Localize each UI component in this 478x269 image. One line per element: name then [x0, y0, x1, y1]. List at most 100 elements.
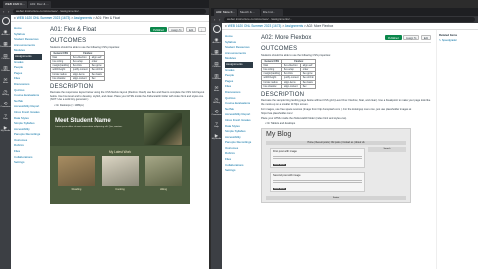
table-cell: align-content	[70, 75, 91, 81]
blog-title: My Blog	[266, 131, 292, 139]
outcomes-intro: Students should be able to use the follo…	[261, 53, 331, 57]
global-nav-my-media[interactable]: ▶ My Media	[0, 123, 11, 135]
table-cell: flex	[89, 75, 106, 81]
table-row: box-shadow align-content flex	[260, 83, 317, 89]
breadcrumb-assignments[interactable]: Assignments	[74, 16, 92, 20]
assign-to-button[interactable]: Assign To	[403, 35, 420, 40]
course-nav: Home Syllabus Student Resources Announce…	[222, 30, 256, 269]
global-nav-help[interactable]: ? Help	[0, 111, 11, 123]
bullet-item: • On Tablets and desktops	[265, 122, 296, 126]
tab-bar: WEB 1620 C... A01: Flex & ...	[0, 0, 209, 8]
url-field[interactable]: weber.instructure.com/courses/.../assign…	[224, 17, 475, 22]
browser-tab[interactable]: WEB 1620 C...	[3, 1, 27, 8]
edit-button[interactable]: Edit	[185, 27, 197, 32]
address-bar-row: ‹ › weber.instructure.com/courses/.../as…	[0, 8, 209, 15]
edit-button[interactable]: Edit	[420, 35, 431, 40]
browser-tab[interactable]: Sketch & ...	[237, 9, 260, 16]
preview-student-name: Meet Student Name	[55, 118, 111, 125]
global-nav-commons[interactable]: ⟲ Commons	[211, 107, 222, 119]
global-nav-commons[interactable]: ⟲ Commons	[0, 99, 11, 111]
blog-post-title: Second post with image	[273, 174, 301, 178]
preview-tile: Hiking	[145, 156, 182, 191]
global-nav-history[interactable]: ◷ History	[0, 87, 11, 99]
outcomes-heading: OUTCOMES	[50, 38, 87, 44]
global-nav-account[interactable]: ◉ Account	[0, 27, 11, 39]
title-row: A01: Flex & Float Published Assign To Ed…	[50, 25, 206, 35]
page-title: A02: More Flexbox	[261, 34, 312, 41]
browser-tab[interactable]: A02: More F...	[214, 9, 237, 16]
breadcrumb-assignments[interactable]: Assignments	[285, 24, 303, 28]
global-nav-calendar[interactable]: ▥ Calendar	[0, 63, 11, 75]
preview-tile-label: Reading	[71, 188, 82, 192]
breadcrumb-course[interactable]: WEB 1620 ONL Summer 2023 (1673)	[17, 16, 71, 20]
text-line	[273, 179, 362, 181]
blog-nav: Home | Recent posts | Old posts | Contac…	[266, 141, 406, 146]
text-line	[273, 158, 362, 160]
read-more-button: Read more	[273, 163, 286, 166]
related-items-title: Related Items	[439, 33, 458, 37]
table-row: width/height justify-content flex-shrink	[49, 67, 106, 73]
assign-to-button[interactable]: Assign To	[168, 27, 185, 32]
table-row: width/height justify-content flex-shrink	[260, 75, 317, 81]
table-row: box-shadow align-content flex	[49, 75, 106, 81]
table-cell: flex	[300, 83, 317, 89]
description-heading: DESCRIPTION	[261, 91, 305, 98]
breadcrumb: ≡ WEB 1620 ONL Summer 2023 (1673) > Assi…	[222, 23, 478, 30]
canvas-logo-icon[interactable]	[1, 17, 10, 25]
more-options-button[interactable]: ⋮	[197, 27, 206, 32]
browser-tab[interactable]: A01: Flex & ...	[27, 1, 51, 8]
global-nav-my-media[interactable]: ▶ My Media	[211, 131, 222, 143]
description-text: Recreate the responsive layout below usi…	[50, 91, 205, 102]
global-nav-calendar[interactable]: ▥ Calendar	[211, 71, 222, 83]
canvas-content: ≡ WEB 1620 ONL Summer 2023 (1673) > Assi…	[222, 23, 478, 269]
css-properties-table: General CSS Flexbox float flex-direction a…	[49, 51, 106, 81]
address-bar-row: ‹ › weber.instructure.com/courses/.../as…	[211, 16, 478, 23]
canvas-content: ≡ WEB 1620 ONL Summer 2023 (1673) > Assi…	[11, 15, 209, 269]
preview-tile-label: Hiking	[159, 188, 168, 192]
global-nav-courses[interactable]: ▤ Courses	[211, 59, 222, 71]
published-button[interactable]: Published	[150, 27, 167, 32]
breadcrumb-course[interactable]: WEB 1620 ONL Summer 2023 (1673)	[228, 24, 282, 28]
table-cell: box-shadow	[49, 75, 72, 81]
course-nav-item[interactable]: Settings	[225, 168, 256, 174]
url-field[interactable]: weber.instructure.com/courses/.../assign…	[13, 9, 206, 14]
global-nav-history[interactable]: ◷ History	[211, 95, 222, 107]
desktop: WEB 1620 C... A01: Flex & ... ‹ › weber.…	[0, 0, 478, 269]
browser-window-a01: WEB 1620 C... A01: Flex & ... ‹ › weber.…	[0, 0, 209, 269]
preview-tile: Reading	[58, 156, 95, 191]
browser-tab[interactable]: File Ind...	[260, 9, 283, 16]
global-nav-account[interactable]: ◉ Account	[211, 35, 222, 47]
table-cell: flex-shrink	[89, 67, 106, 73]
speedgrader-link[interactable]: ✎ Speedgrader	[439, 39, 476, 42]
published-button[interactable]: Published	[385, 35, 402, 40]
global-nav: ◉ Account ▦ Dashboard ▤ Courses ▥ Calendar ✉…	[211, 23, 222, 269]
table-row: border-radius align-items flex-basis	[49, 71, 106, 77]
canvas-logo-icon[interactable]	[212, 25, 221, 33]
layout-preview-image: Meet Student Name Lorem ipsum dolor sit …	[50, 110, 190, 205]
table-header: General CSS	[49, 51, 72, 57]
global-nav-help[interactable]: ? Help	[211, 119, 222, 131]
table-cell: margin/padding	[260, 71, 283, 77]
assignment-main: A01: Flex & Float Published Assign To Ed…	[47, 22, 209, 269]
breadcrumb-page: A02: More Flexbox	[306, 24, 334, 28]
course-nav-item[interactable]: Settings	[14, 160, 45, 166]
bullet-item: • On Desktops (> 1080px)	[54, 104, 84, 108]
breadcrumb-page: A01: Flex & Float	[95, 16, 120, 20]
outcomes-heading: OUTCOMES	[261, 46, 298, 52]
global-nav-inbox[interactable]: ✉ Inbox	[0, 75, 11, 87]
global-nav-dashboard[interactable]: ▦ Dashboard	[211, 47, 222, 59]
description-text: Recreate the sample blog landing page be…	[261, 99, 431, 106]
description-heading: DESCRIPTION	[50, 83, 94, 90]
text-line	[273, 155, 362, 157]
global-nav-inbox[interactable]: ✉ Inbox	[211, 83, 222, 95]
speedgrader-label: Speedgrader	[441, 39, 457, 42]
assignment-main: A02: More Flexbox Published Assign To Ed…	[258, 30, 434, 269]
title-row: A02: More Flexbox Published Assign To Ed…	[261, 33, 431, 43]
preview-tree-photo	[144, 113, 182, 146]
preview-tile: Cooking	[101, 156, 139, 191]
global-nav-dashboard[interactable]: ▦ Dashboard	[0, 39, 11, 51]
blog-post: Second post with image Read more	[270, 172, 365, 193]
global-nav-courses[interactable]: ▤ Courses	[0, 51, 11, 63]
blog-post: First post with image Read more	[270, 148, 365, 169]
bullet-text: On Desktops (> 1080px)	[55, 104, 84, 108]
